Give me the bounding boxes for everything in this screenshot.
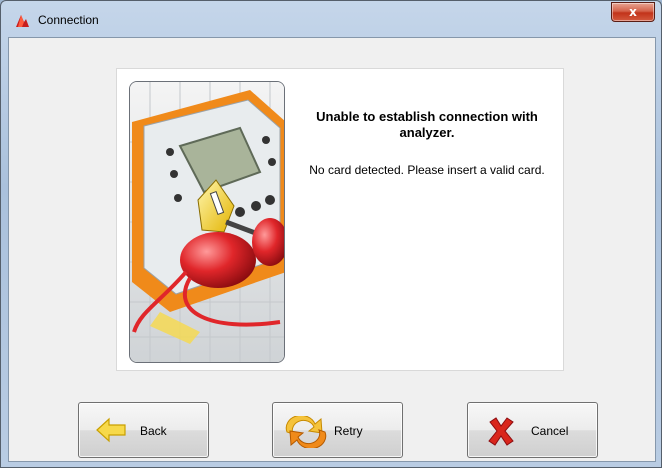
close-button[interactable]: x — [611, 2, 655, 22]
error-message: Unable to establish connection with anal… — [297, 109, 557, 178]
app-logo-icon — [16, 15, 29, 27]
cancel-button-label: Cancel — [531, 424, 569, 438]
message-panel: Unable to establish connection with anal… — [116, 68, 564, 371]
message-detail: No card detected. Please insert a valid … — [309, 163, 545, 177]
retry-button[interactable]: Retry — [272, 402, 403, 458]
refresh-icon — [285, 416, 327, 448]
left-arrow-icon — [96, 417, 126, 443]
cancel-button[interactable]: Cancel — [467, 402, 598, 458]
connection-dialog: Connection x Unable to establish connect… — [0, 0, 662, 468]
back-button[interactable]: Back — [78, 402, 209, 458]
back-button-label: Back — [140, 424, 167, 438]
window-title: Connection — [38, 13, 99, 27]
analyzer-illustration — [129, 81, 285, 363]
retry-button-label: Retry — [334, 424, 363, 438]
title-bar[interactable]: Connection x — [1, 1, 661, 37]
red-x-icon — [488, 417, 514, 446]
dialog-body: Unable to establish connection with anal… — [8, 37, 656, 462]
message-title: Unable to establish connection with anal… — [316, 109, 538, 140]
